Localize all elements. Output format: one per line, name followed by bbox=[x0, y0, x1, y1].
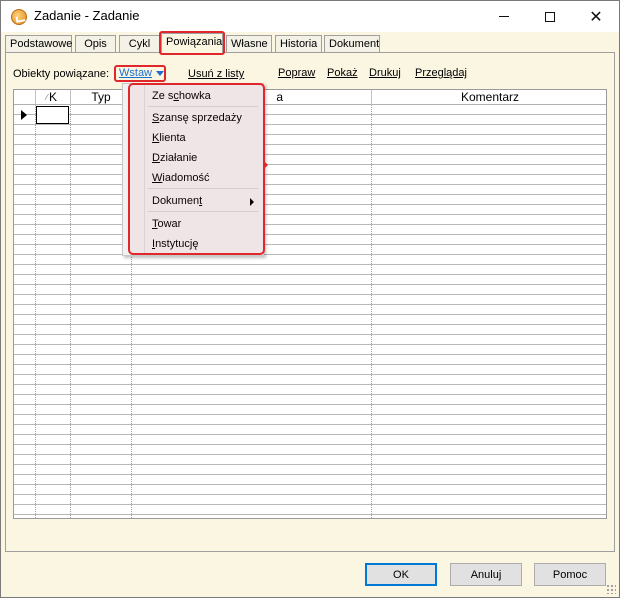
current-cell[interactable] bbox=[36, 106, 69, 124]
tab-podstawowe[interactable]: Podstawowe bbox=[5, 35, 72, 53]
header-k[interactable]: K bbox=[36, 90, 71, 105]
current-row-pointer-icon bbox=[21, 110, 27, 120]
active-tab-highlight bbox=[159, 31, 225, 55]
browse-link[interactable]: Przeglądaj bbox=[415, 67, 467, 79]
close-icon: ✕ bbox=[589, 6, 603, 26]
related-objects-grid[interactable]: K Typ a Komentarz bbox=[13, 89, 607, 519]
app-logo-icon bbox=[11, 9, 27, 25]
tab-cykl[interactable]: Cykl bbox=[119, 35, 160, 53]
header-komentarz[interactable]: Komentarz bbox=[372, 90, 606, 105]
window-title: Zadanie - Zadanie bbox=[34, 8, 140, 23]
help-button[interactable]: Pomoc bbox=[534, 563, 606, 586]
dropdown-arrow-icon[interactable] bbox=[156, 71, 164, 76]
tab-historia[interactable]: Historia bbox=[275, 35, 322, 53]
edit-link[interactable]: Popraw bbox=[278, 67, 315, 79]
tab-opis[interactable]: Opis bbox=[75, 35, 116, 53]
sort-indicator-icon: ⁄ bbox=[46, 93, 48, 102]
header-selector[interactable] bbox=[14, 90, 36, 105]
grid-column-divider bbox=[35, 105, 36, 518]
resize-grip-icon[interactable] bbox=[606, 584, 616, 594]
cancel-button[interactable]: Anuluj bbox=[450, 563, 522, 586]
minimize-button[interactable] bbox=[481, 1, 527, 32]
remove-from-list-link[interactable]: Usuń z listy bbox=[188, 68, 244, 80]
maximize-button[interactable] bbox=[527, 1, 573, 32]
close-button[interactable]: ✕ bbox=[573, 1, 619, 32]
tab-dokument[interactable]: Dokument bbox=[324, 35, 380, 53]
grid-column-divider bbox=[371, 105, 372, 518]
insert-link[interactable]: Wstaw bbox=[119, 67, 152, 79]
print-link[interactable]: Drukuj bbox=[369, 67, 401, 79]
tab-strip: Podstawowe Opis Cykl Powiązania Własne H… bbox=[5, 33, 615, 54]
tab-wlasne[interactable]: Własne bbox=[226, 35, 272, 53]
show-link[interactable]: Pokaż bbox=[327, 67, 358, 79]
dialog-footer bbox=[1, 553, 619, 597]
maximize-icon bbox=[545, 11, 555, 22]
dialog-window: Zadanie - Zadanie ✕ Podstawowe Opis Cykl… bbox=[0, 0, 620, 598]
title-bar: Zadanie - Zadanie ✕ bbox=[1, 1, 619, 32]
grid-rows[interactable] bbox=[14, 105, 607, 519]
ok-button[interactable]: OK bbox=[365, 563, 437, 586]
related-objects-label: Obiekty powiązane: bbox=[13, 68, 109, 80]
menu-highlight bbox=[128, 83, 268, 255]
grid-column-divider bbox=[606, 105, 607, 519]
minimize-icon bbox=[499, 16, 509, 17]
grid-column-divider bbox=[70, 105, 71, 518]
grid-header: K Typ a Komentarz bbox=[14, 90, 606, 105]
